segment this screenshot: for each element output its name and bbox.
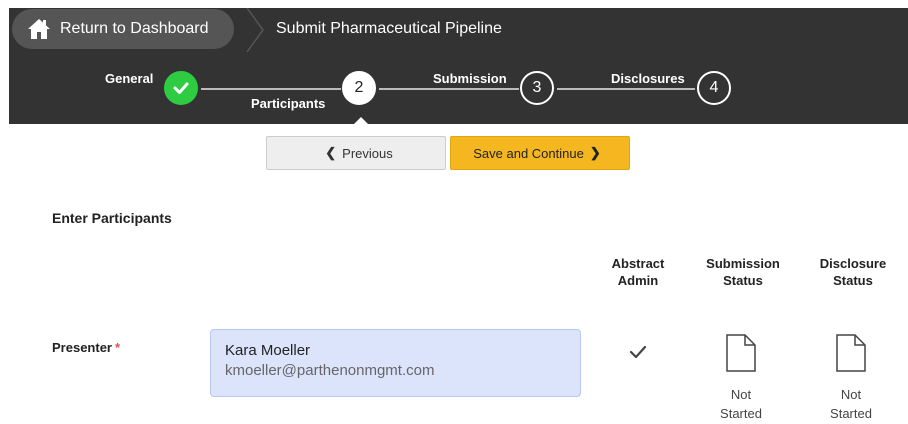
previous-label: Previous [342,145,393,161]
save-and-continue-label: Save and Continue [473,145,584,161]
column-header-disclosure-status: Disclosure Status [810,255,896,289]
step-label-general[interactable]: General [105,71,153,86]
home-icon [26,16,52,42]
return-to-dashboard-label: Return to Dashboard [60,20,209,37]
save-and-continue-button[interactable]: Save and Continue ❯ [450,136,630,170]
step-participants[interactable]: 2 [342,71,376,105]
presenter-label: Presenter * [52,340,120,355]
chevron-left-icon: ❮ [325,145,337,160]
chevron-right-icon: ❯ [589,145,601,160]
step-connector [201,88,341,90]
submission-status-document-icon [726,334,756,372]
column-header-abstract-admin: Abstract Admin [600,255,676,289]
column-header-submission-status: Submission Status [699,255,787,289]
disclosure-status-text: Not Started [811,385,891,423]
page-title: Submit Pharmaceutical Pipeline [276,20,502,37]
column-header-line: Abstract [611,256,665,271]
step-general[interactable] [164,71,198,105]
status-line: Started [720,406,762,421]
status-line: Not [730,387,752,402]
submission-status-text: Not Started [701,385,781,423]
abstract-admin-checkbox[interactable] [626,340,650,364]
column-header-line: Admin [617,273,659,288]
previous-button[interactable]: ❮ Previous [266,136,446,170]
status-line: Started [830,406,872,421]
presenter-participant-card[interactable]: Kara Moeller kmoeller@parthenonmgmt.com [210,329,581,397]
participant-name: Kara Moeller [225,342,311,359]
step-connector [379,88,519,90]
return-to-dashboard-button[interactable]: Return to Dashboard [12,9,234,49]
column-header-line: Status [833,273,873,288]
disclosure-status-document-icon [836,334,866,372]
active-step-caret [353,117,369,125]
step-submission[interactable]: 3 [520,71,554,105]
step-label-submission[interactable]: Submission [433,71,507,86]
column-header-line: Submission [706,256,780,271]
breadcrumb-separator [246,8,264,52]
check-icon [173,82,189,94]
column-header-line: Disclosure [819,256,887,271]
step-label-disclosures[interactable]: Disclosures [611,71,685,86]
step-label-participants[interactable]: Participants [251,96,325,111]
section-title: Enter Participants [52,210,172,226]
participant-email: kmoeller@parthenonmgmt.com [225,362,435,379]
presenter-label-text: Presenter [52,340,112,355]
required-marker: * [114,340,121,355]
step-disclosures[interactable]: 4 [697,71,731,105]
column-header-line: Status [723,273,763,288]
step-connector [557,88,695,90]
wizard-header: Return to Dashboard Submit Pharmaceutica… [9,8,908,124]
status-line: Not [840,387,862,402]
